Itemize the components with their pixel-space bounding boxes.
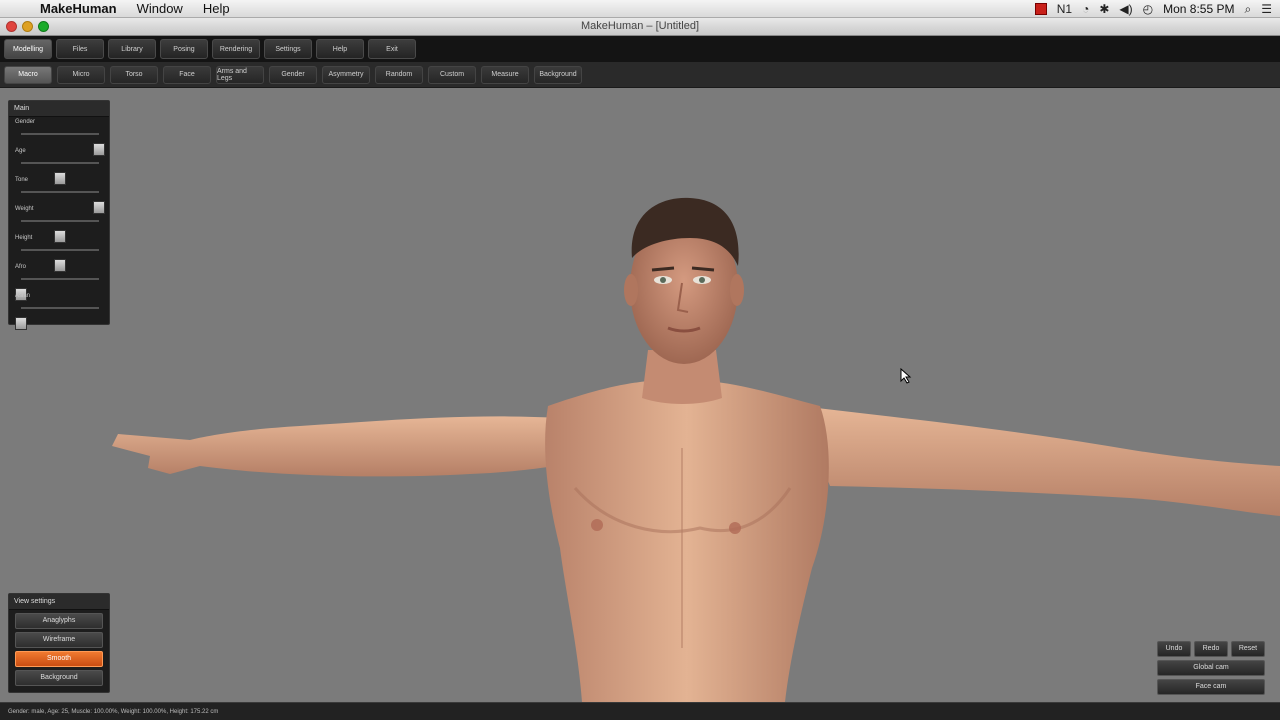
face-cam-button[interactable]: Face cam: [1157, 679, 1265, 695]
zoom-window-icon[interactable]: [38, 21, 49, 32]
torso: [545, 379, 829, 702]
slider-track[interactable]: [15, 278, 99, 301]
slider-track[interactable]: [21, 249, 99, 272]
slider-track[interactable]: [21, 220, 99, 243]
tab-help[interactable]: Help: [316, 39, 364, 59]
subtab-face[interactable]: Face: [163, 65, 211, 84]
window-title: MakeHuman – [Untitled]: [581, 20, 699, 32]
search-icon[interactable]: ⌕: [1245, 2, 1252, 17]
window-controls: [6, 21, 49, 32]
menubar-clock[interactable]: Mon 8:55 PM: [1163, 2, 1234, 16]
slider-label: Weight: [15, 206, 34, 212]
tab-settings[interactable]: Settings: [264, 39, 312, 59]
reset-button[interactable]: Reset: [1231, 641, 1265, 657]
bluetooth-icon[interactable]: ✱: [1099, 2, 1109, 16]
subtab-arms-and-legs[interactable]: Arms and Legs: [216, 65, 264, 84]
slider-height: Height: [9, 233, 109, 272]
background-button[interactable]: Background: [15, 670, 103, 686]
wireframe-button[interactable]: Wireframe: [15, 632, 103, 648]
slider-asian: Asian: [9, 291, 109, 330]
smooth-button[interactable]: Smooth: [15, 651, 103, 667]
global-cam-button[interactable]: Global cam: [1157, 660, 1265, 676]
main-sliders-panel: Main Gender Age Tone Weight Height Afro …: [8, 100, 110, 330]
sub-tab-bar: Macro Micro Torso Face Arms and Legs Gen…: [0, 62, 1280, 88]
panel-title-main: Main: [9, 101, 109, 117]
minimize-window-icon[interactable]: [22, 21, 33, 32]
tab-library[interactable]: Library: [108, 39, 156, 59]
slider-tone: Tone: [9, 175, 109, 214]
status-bar: Gender: male, Age: 25, Muscle: 100.00%, …: [0, 702, 1280, 720]
tray-number: 1: [1065, 2, 1073, 16]
tab-posing[interactable]: Posing: [160, 39, 208, 59]
human-model[interactable]: [0, 88, 1280, 702]
mouse-cursor-icon: [900, 368, 912, 384]
slider-label: Gender: [15, 119, 36, 125]
window-menu[interactable]: Window: [127, 1, 193, 16]
slider-gender: Gender: [9, 117, 109, 156]
main-tab-bar: Modelling Files Library Posing Rendering…: [0, 36, 1280, 62]
app-menu[interactable]: MakeHuman: [30, 1, 127, 16]
slider-label: Height: [15, 235, 33, 241]
subtab-macro[interactable]: Macro: [4, 65, 52, 84]
subtab-gender[interactable]: Gender: [269, 65, 317, 84]
tab-modelling[interactable]: Modelling: [4, 39, 52, 59]
slider-label: Asian: [15, 293, 31, 299]
subtab-background[interactable]: Background: [534, 65, 582, 84]
camera-controls: Undo Redo Reset Global cam Face cam: [1157, 641, 1265, 699]
tab-rendering[interactable]: Rendering: [212, 39, 260, 59]
panel-title-view-settings: View settings: [9, 594, 109, 610]
3d-viewport[interactable]: [0, 88, 1280, 702]
time-machine-icon[interactable]: ◔: [1082, 2, 1089, 16]
record-icon[interactable]: [1034, 3, 1047, 15]
slider-weight: Weight: [9, 204, 109, 243]
right-arm: [800, 406, 1280, 516]
close-window-icon[interactable]: [6, 21, 17, 32]
slider-handle[interactable]: [15, 317, 27, 330]
system-menubar: MakeHuman Window Help N1 ◔ ✱ ◀) ◴ Mon 8:…: [0, 0, 1280, 18]
slider-track[interactable]: [21, 133, 105, 156]
slider-label: Afro: [15, 264, 27, 270]
subtab-micro[interactable]: Micro: [57, 65, 105, 84]
view-settings-panel: View settings Anaglyphs Wireframe Smooth…: [8, 593, 110, 693]
list-icon[interactable]: ☰: [1261, 2, 1272, 16]
clock-icon[interactable]: ◴: [1143, 2, 1153, 16]
subtab-measure[interactable]: Measure: [481, 65, 529, 84]
undo-button[interactable]: Undo: [1157, 641, 1191, 657]
tab-files[interactable]: Files: [56, 39, 104, 59]
slider-track[interactable]: [21, 162, 99, 185]
left-arm: [112, 416, 575, 477]
subtab-torso[interactable]: Torso: [110, 65, 158, 84]
slider-track[interactable]: [15, 307, 99, 330]
subtab-custom[interactable]: Custom: [428, 65, 476, 84]
subtab-asymmetry[interactable]: Asymmetry: [322, 65, 370, 84]
subtab-random[interactable]: Random: [375, 65, 423, 84]
slider-label: Age: [15, 148, 26, 154]
anaglyphs-button[interactable]: Anaglyphs: [15, 613, 103, 629]
tab-exit[interactable]: Exit: [368, 39, 416, 59]
slider-age: Age: [9, 146, 109, 185]
volume-icon[interactable]: ◀): [1119, 2, 1132, 16]
redo-button[interactable]: Redo: [1194, 641, 1228, 657]
slider-label: Tone: [15, 177, 29, 183]
help-menu[interactable]: Help: [193, 1, 240, 16]
window-titlebar: MakeHuman – [Untitled]: [0, 18, 1280, 36]
slider-afro: Afro: [9, 262, 109, 301]
menubar-tray: N1 ◔ ✱ ◀) ◴ Mon 8:55 PM ⌕ ☰: [1034, 0, 1272, 18]
slider-track[interactable]: [21, 191, 105, 214]
adobe-icon[interactable]: N1: [1057, 2, 1072, 16]
